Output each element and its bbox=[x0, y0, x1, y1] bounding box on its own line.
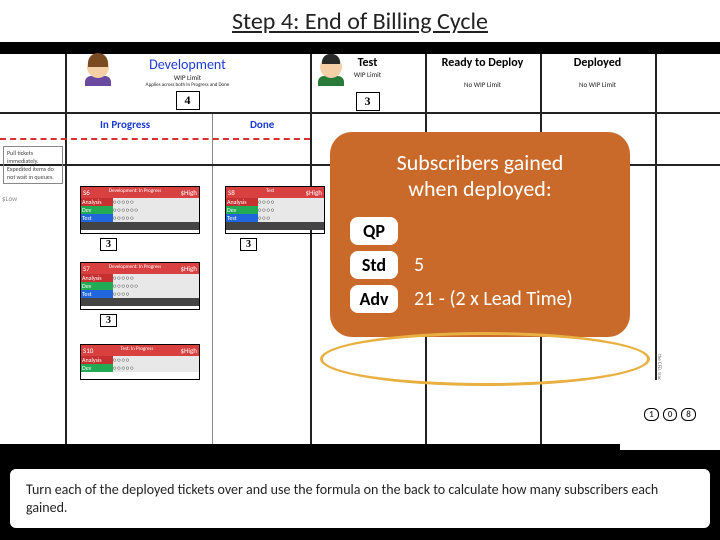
column-ready-label: Ready to Deploy bbox=[425, 56, 540, 70]
subscribers-overlay: Subscribers gainedwhen deployed: QP Std … bbox=[330, 132, 630, 337]
slide-title: Step 4: End of Billing Cycle bbox=[0, 0, 720, 42]
ticket-s6: S6Development: In Progress$High Analysis… bbox=[80, 186, 200, 234]
highlight-ring bbox=[320, 332, 650, 386]
overlay-title: Subscribers gainedwhen deployed: bbox=[350, 150, 610, 203]
column-deployed: Deployed No WIP Limit bbox=[540, 56, 655, 89]
tag-qp: QP bbox=[350, 217, 398, 245]
ticket-s7-wip: 3 bbox=[100, 314, 117, 327]
avatar-dev bbox=[83, 56, 113, 86]
overlay-row-qp: QP bbox=[350, 217, 610, 245]
overlay-row-adv: Adv 21 - (2 x Lead Time) bbox=[350, 285, 610, 313]
tag-std: Std bbox=[350, 251, 398, 279]
subcol-inprogress: In Progress bbox=[100, 118, 150, 131]
column-dev: Development WIP Limit Applies across bot… bbox=[65, 56, 310, 110]
chip-2: 0 bbox=[663, 408, 678, 421]
wip-value-dev: 4 bbox=[176, 91, 200, 110]
caption-text: Turn each of the deployed tickets over a… bbox=[10, 469, 710, 528]
chip-3: 8 bbox=[681, 408, 696, 421]
chip-1: 1 bbox=[644, 408, 659, 421]
wip-value-test: 3 bbox=[356, 92, 380, 111]
ticket-s7: S7Development: In Progress$High Analysis… bbox=[80, 262, 200, 310]
slow-label: $Low bbox=[2, 194, 17, 203]
column-test: Test WIP Limit 3 bbox=[310, 56, 425, 111]
val-std: 5 bbox=[414, 253, 424, 277]
column-ready: Ready to Deploy No WIP Limit bbox=[425, 56, 540, 89]
note-pull: Pull tickets immediately. Expedited item… bbox=[3, 146, 63, 184]
overlay-row-std: Std 5 bbox=[350, 251, 610, 279]
val-adv: 21 - (2 x Lead Time) bbox=[414, 287, 573, 311]
ticket-s6-wip: 3 bbox=[100, 238, 117, 251]
ticket-s8-wip: 3 bbox=[240, 238, 257, 251]
subcol-done: Done bbox=[250, 118, 274, 131]
wip-label-ready: No WIP Limit bbox=[425, 80, 540, 89]
ticket-s10: S10Test: In Progress$High Analysis○○○○ D… bbox=[80, 344, 200, 380]
avatar-test bbox=[316, 56, 346, 86]
kanban-board: Development WIP Limit Applies across bot… bbox=[0, 54, 720, 444]
wip-label-deployed: No WIP Limit bbox=[540, 80, 655, 89]
tag-adv: Adv bbox=[350, 285, 398, 313]
ticket-s8: S8Test$High Analysis○○○○ Dev○○○○ Test○○○ bbox=[225, 186, 325, 234]
side-strip: 1 0 8 bbox=[620, 380, 720, 450]
column-deployed-label: Deployed bbox=[540, 56, 655, 70]
